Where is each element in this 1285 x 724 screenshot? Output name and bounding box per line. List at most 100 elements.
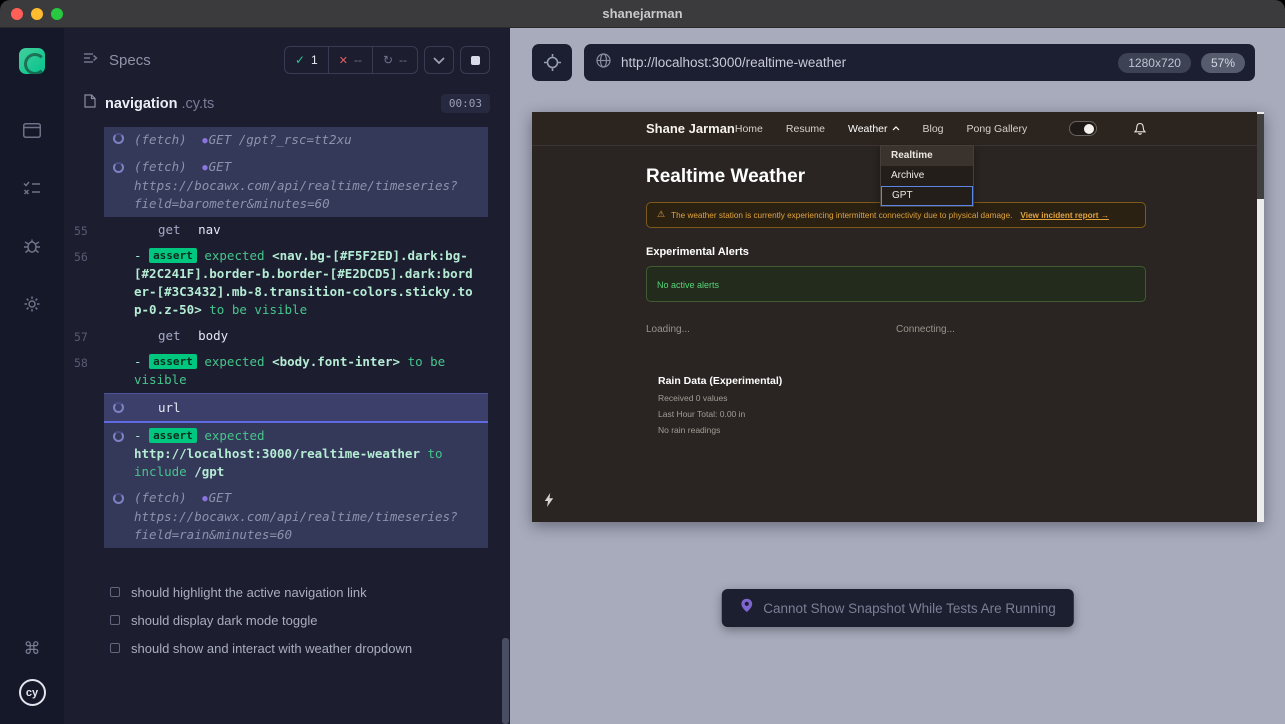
log-row-command-active[interactable]: url	[64, 393, 510, 423]
assert-text: expected	[204, 248, 264, 263]
command-method: url	[158, 400, 181, 415]
site-nav-home[interactable]: Home	[735, 123, 763, 135]
spec-timer: 00:03	[441, 94, 490, 113]
site-nav-resume[interactable]: Resume	[786, 123, 825, 135]
specs-title: Specs	[109, 52, 151, 69]
route-dot-icon: ●	[202, 136, 207, 146]
keyboard-shortcuts-icon[interactable]: ⌘	[22, 639, 42, 659]
dropdown-item-archive[interactable]: Archive	[881, 166, 973, 186]
browser-preview-icon[interactable]	[22, 120, 42, 140]
command-number: 57	[74, 328, 88, 346]
chevron-down-button[interactable]	[424, 46, 454, 74]
cypress-app-logo-icon[interactable]	[19, 48, 45, 74]
site-navbar: Shane Jarman Home Resume Weather Blog Po…	[532, 112, 1264, 146]
log-row-assert[interactable]: 56 - assert expected <nav.bg-[#F5F2ED].d…	[64, 243, 510, 323]
reporter-scrollbar[interactable]	[502, 638, 509, 724]
log-row-fetch[interactable]: (fetch) ●GET /gpt?_rsc=tt2xu	[64, 127, 510, 154]
log-row-assert[interactable]: 58 - assert expected <body.font-inter> t…	[64, 349, 510, 393]
active-alerts-box: No active alerts	[646, 266, 1146, 302]
test-item[interactable]: should highlight the active navigation l…	[64, 578, 510, 606]
cross-icon: ✕	[339, 54, 348, 67]
stop-run-button[interactable]	[460, 46, 490, 74]
close-window-button[interactable]	[11, 8, 23, 20]
pending-count: --	[399, 53, 407, 67]
rain-readings: No rain readings	[658, 425, 1146, 435]
spinner-icon	[113, 431, 124, 442]
fetch-method: GET	[209, 159, 232, 174]
dropdown-item-realtime[interactable]: Realtime	[881, 146, 973, 166]
warning-text: The weather station is currently experie…	[671, 211, 1012, 220]
chevron-up-icon	[892, 126, 900, 131]
alerts-heading: Experimental Alerts	[646, 246, 1146, 258]
assert-text: expected	[204, 354, 264, 369]
assert-subject: http://localhost:3000/realtime-weather	[134, 446, 420, 461]
assert-badge: assert	[149, 428, 197, 443]
command-log: (fetch) ●GET /gpt?_rsc=tt2xu (fetch) ●GE…	[64, 127, 510, 548]
failed-count: --	[354, 53, 362, 67]
log-row-fetch[interactable]: (fetch) ●GET https://bocawx.com/api/real…	[64, 154, 510, 217]
log-row-assert[interactable]: - assert expected http://localhost:3000/…	[64, 423, 510, 485]
refresh-icon: ↻	[383, 53, 393, 67]
globe-icon	[596, 53, 611, 73]
test-state-icon	[110, 587, 120, 597]
fetch-label: (fetch)	[134, 490, 187, 505]
spec-extension: .cy.ts	[182, 96, 215, 112]
command-number: 55	[74, 222, 88, 240]
loading-text: Loading...	[646, 324, 896, 335]
fetch-method: GET	[209, 132, 232, 147]
site-nav-weather-label: Weather	[848, 123, 888, 135]
test-title: should show and interact with weather dr…	[131, 641, 412, 656]
url-field[interactable]: http://localhost:3000/realtime-weather 1…	[584, 44, 1255, 81]
spinner-icon	[113, 402, 124, 413]
minimize-window-button[interactable]	[31, 8, 43, 20]
site-nav-blog[interactable]: Blog	[923, 123, 944, 135]
test-item[interactable]: should show and interact with weather dr…	[64, 634, 510, 662]
log-row-command[interactable]: 57 get body	[64, 323, 510, 349]
rain-received: Received 0 values	[658, 393, 1146, 403]
pending-stat: ↻ --	[372, 47, 417, 73]
spec-name: navigation	[105, 96, 178, 112]
app-sidebar: ⌘ cy	[0, 28, 64, 724]
site-brand[interactable]: Shane Jarman	[646, 121, 735, 136]
notifications-bell-icon[interactable]	[1134, 122, 1146, 135]
rain-data-section: Rain Data (Experimental) Received 0 valu…	[646, 375, 1146, 435]
site-nav-weather[interactable]: Weather	[848, 123, 900, 135]
specs-list-icon[interactable]	[84, 51, 99, 69]
cypress-cy-badge-icon[interactable]: cy	[19, 679, 46, 706]
test-state-icon	[110, 643, 120, 653]
fetch-url: https://bocawx.com/api/realtime/timeseri…	[134, 178, 458, 211]
assert-badge: assert	[149, 248, 197, 263]
weather-dropdown: Realtime Archive GPT	[880, 145, 974, 207]
log-row-command[interactable]: 55 get nav	[64, 217, 510, 243]
reporter-panel: Specs ✓ 1 ✕ -- ↻ --	[64, 28, 510, 724]
test-item[interactable]: should display dark mode toggle	[64, 606, 510, 634]
passed-count: 1	[311, 53, 318, 67]
site-scrollbar[interactable]	[1257, 112, 1264, 522]
incident-report-link[interactable]: View incident report →	[1020, 211, 1109, 220]
log-row-fetch[interactable]: (fetch) ●GET https://bocawx.com/api/real…	[64, 485, 510, 548]
route-dot-icon: ●	[202, 494, 207, 504]
stop-icon	[471, 56, 480, 65]
command-arg: nav	[198, 222, 221, 237]
spinner-icon	[113, 493, 124, 504]
assert-subject: /gpt	[194, 464, 224, 479]
fetch-label: (fetch)	[134, 159, 187, 174]
site-nav-pong-gallery[interactable]: Pong Gallery	[967, 123, 1028, 135]
check-icon: ✓	[295, 53, 305, 67]
dev-tools-bolt-icon[interactable]	[544, 493, 554, 512]
command-arg: body	[198, 328, 228, 343]
pin-icon	[739, 598, 753, 618]
connecting-text: Connecting...	[896, 324, 1146, 335]
test-results-icon[interactable]	[22, 178, 42, 198]
dropdown-item-gpt[interactable]: GPT	[881, 186, 973, 206]
debug-icon[interactable]	[22, 236, 42, 256]
assert-dash: -	[134, 354, 142, 369]
settings-gear-icon[interactable]	[22, 294, 42, 314]
selector-playground-button[interactable]	[532, 44, 572, 81]
dark-mode-toggle[interactable]	[1069, 121, 1097, 136]
window-title: shanejarman	[0, 6, 1285, 21]
site-scrollbar-thumb[interactable]	[1257, 114, 1264, 199]
fullscreen-window-button[interactable]	[51, 8, 63, 20]
spinner-icon	[113, 133, 124, 144]
specs-header: Specs ✓ 1 ✕ -- ↻ --	[64, 28, 510, 78]
